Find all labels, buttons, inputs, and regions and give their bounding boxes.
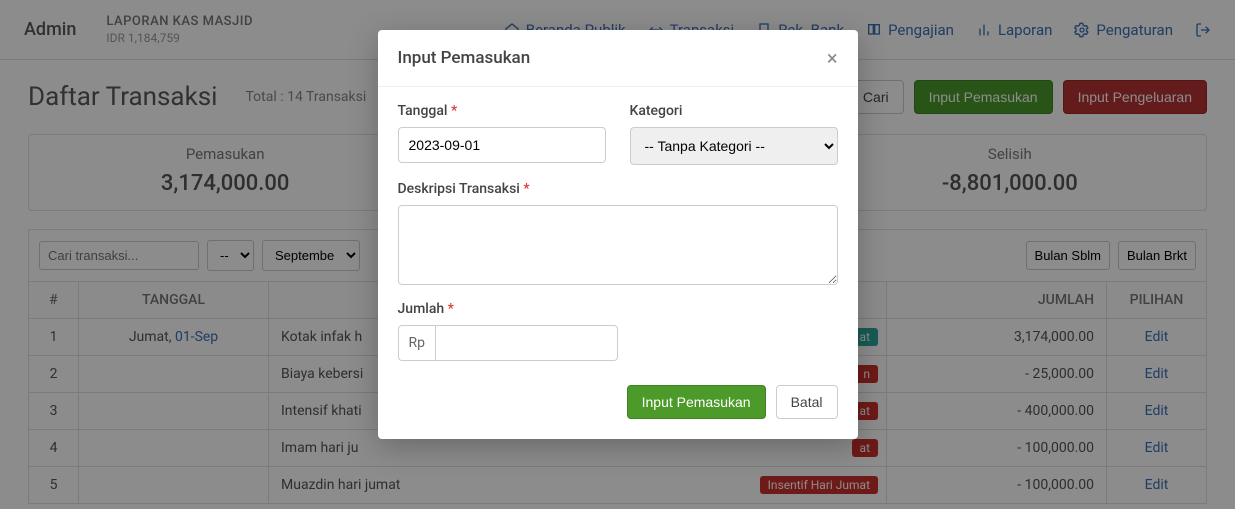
jumlah-input[interactable] [435, 325, 618, 361]
kategori-select[interactable]: -- Tanpa Kategori -- [630, 127, 838, 165]
close-icon[interactable]: × [827, 46, 838, 70]
modal-footer: Input Pemasukan Batal [378, 385, 858, 439]
modal-cancel-button[interactable]: Batal [776, 385, 838, 419]
jumlah-input-group: Rp [398, 325, 618, 361]
tanggal-label: Tanggal * [398, 103, 606, 119]
jumlah-addon: Rp [398, 325, 436, 361]
modal-head: Input Pemasukan × [378, 30, 858, 87]
deskripsi-textarea[interactable] [398, 205, 838, 285]
jumlah-label: Jumlah * [398, 301, 618, 317]
modal-title: Input Pemasukan [398, 48, 531, 68]
modal-body: Tanggal * Kategori -- Tanpa Kategori -- … [378, 87, 858, 385]
kategori-label: Kategori [630, 103, 838, 119]
deskripsi-label: Deskripsi Transaksi * [398, 181, 838, 197]
tanggal-input[interactable] [398, 127, 606, 163]
modal-submit-button[interactable]: Input Pemasukan [627, 385, 766, 419]
modal-input-pemasukan: Input Pemasukan × Tanggal * Kategori -- … [378, 30, 858, 439]
